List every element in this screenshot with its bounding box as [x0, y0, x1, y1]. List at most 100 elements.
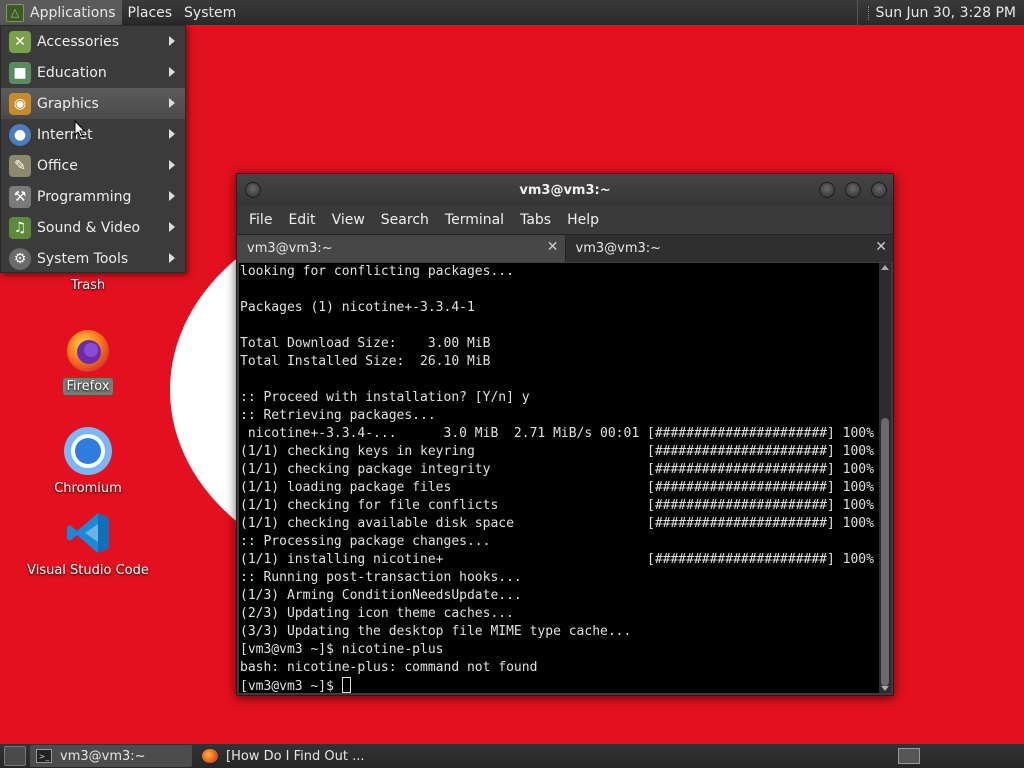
chevron-right-icon: [169, 129, 175, 139]
applications-dropdown: ✕ Accessories ■ Education ◉ Graphics ● I…: [0, 25, 186, 273]
terminal-line: (2/3) Updating icon theme caches...: [240, 606, 514, 621]
tab-2[interactable]: vm3@vm3:~ ✕: [566, 235, 894, 262]
menu-item-label: System Tools: [37, 250, 129, 267]
programming-icon: ⚒: [9, 185, 31, 208]
menu-item-office[interactable]: ✎ Office: [1, 150, 185, 181]
mouse-pointer-icon: [74, 120, 86, 138]
maximize-button[interactable]: [845, 182, 861, 198]
scroll-up-icon[interactable]: [881, 265, 889, 270]
terminal-titlebar[interactable]: vm3@vm3:~: [237, 174, 893, 206]
terminal-line: (3/3) Updating the desktop file MIME typ…: [240, 624, 632, 639]
menu-item-system-tools[interactable]: ⚙ System Tools: [1, 243, 185, 274]
terminal-line: (1/1) checking keys in keyring [########…: [240, 444, 874, 459]
menu-item-internet[interactable]: ● Internet: [1, 119, 185, 150]
menu-item-label: Office: [37, 157, 78, 174]
system-tools-icon: ⚙: [9, 247, 31, 270]
task-firefox[interactable]: [How Do I Find Out ...: [196, 745, 396, 767]
menu-search[interactable]: Search: [373, 212, 437, 228]
top-panel: △ Applications Places System Sun Jun 30,…: [0, 0, 1024, 25]
vscode-label: Visual Studio Code: [27, 563, 149, 578]
clock-label: Sun Jun 30, 3:28 PM: [875, 4, 1016, 21]
sound-video-icon: ♫: [9, 216, 31, 239]
panel-separator: [868, 5, 871, 20]
menu-item-label: Education: [37, 64, 107, 81]
terminal-line: (1/1) loading package files [###########…: [240, 480, 874, 495]
close-button[interactable]: [871, 182, 887, 198]
terminal-line: (1/3) Arming ConditionNeedsUpdate...: [240, 588, 522, 603]
close-icon[interactable]: ✕: [547, 239, 559, 255]
terminal-line: (1/1) checking available disk space [###…: [240, 516, 874, 531]
terminal-line: (1/1) installing nicotine+ [############…: [240, 552, 874, 567]
chromium-icon: [64, 427, 112, 475]
chevron-right-icon: [169, 160, 175, 170]
chevron-right-icon: [169, 67, 175, 77]
text-cursor: [341, 677, 351, 693]
applications-menu-label: Applications: [30, 4, 116, 21]
task-terminal[interactable]: >_ vm3@vm3:~: [30, 745, 192, 767]
minimize-button[interactable]: [819, 182, 835, 198]
terminal-line: Total Download Size: 3.00 MiB: [240, 336, 491, 351]
terminal-line: (1/1) checking for file conflicts [#####…: [240, 498, 874, 513]
terminal-prompt-line[interactable]: [vm3@vm3 ~]$: [240, 677, 879, 693]
office-icon: ✎: [9, 154, 31, 177]
show-desktop-button[interactable]: [4, 746, 26, 766]
terminal-scrollbar[interactable]: [879, 263, 891, 693]
desktop-icon-firefox[interactable]: Firefox: [48, 326, 128, 395]
desktop-icon-chromium[interactable]: Chromium: [34, 426, 142, 497]
menu-item-graphics[interactable]: ◉ Graphics: [1, 88, 185, 119]
terminal-line: [vm3@vm3 ~]$ nicotine-plus: [240, 642, 444, 657]
terminal-output[interactable]: looking for conflicting packages... Pack…: [239, 263, 879, 693]
menu-item-programming[interactable]: ⚒ Programming: [1, 181, 185, 212]
menu-item-label: Accessories: [37, 33, 120, 50]
clock[interactable]: Sun Jun 30, 3:28 PM: [857, 0, 1024, 25]
menu-terminal[interactable]: Terminal: [437, 212, 512, 228]
tab-1[interactable]: vm3@vm3:~ ✕: [237, 235, 566, 262]
chevron-right-icon: [169, 191, 175, 201]
vscode-icon: [67, 513, 109, 553]
menu-item-accessories[interactable]: ✕ Accessories: [1, 26, 185, 57]
system-menu[interactable]: System: [178, 0, 242, 25]
terminal-icon: >_: [36, 749, 52, 763]
menu-item-sound-video[interactable]: ♫ Sound & Video: [1, 212, 185, 243]
close-icon[interactable]: ✕: [875, 239, 887, 255]
chevron-right-icon: [169, 253, 175, 263]
terminal-tab-bar: vm3@vm3:~ ✕ vm3@vm3:~ ✕: [237, 234, 893, 262]
bottom-panel: >_ vm3@vm3:~ [How Do I Find Out ...: [0, 744, 1024, 768]
terminal-title: vm3@vm3:~: [519, 182, 611, 198]
scrollbar-thumb[interactable]: [881, 418, 889, 686]
menu-item-label: Graphics: [37, 95, 99, 112]
education-icon: ■: [9, 61, 31, 84]
firefox-label: Firefox: [63, 378, 113, 395]
terminal-line: :: Retrieving packages...: [240, 408, 436, 423]
menu-edit[interactable]: Edit: [280, 212, 323, 228]
menu-help[interactable]: Help: [559, 212, 607, 228]
menu-file[interactable]: File: [241, 212, 280, 228]
terminal-line: looking for conflicting packages...: [240, 264, 514, 279]
menu-item-label: Programming: [37, 188, 132, 205]
gnome-foot-icon: △: [6, 3, 24, 22]
desktop-icon-trash[interactable]: Trash: [48, 277, 128, 294]
menu-tabs[interactable]: Tabs: [512, 212, 559, 228]
terminal-line: Packages (1) nicotine+-3.3.4-1: [240, 300, 475, 315]
task-label: [How Do I Find Out ...: [226, 748, 365, 764]
workspace-switcher[interactable]: [898, 748, 920, 764]
applications-menu[interactable]: △ Applications: [0, 0, 122, 25]
terminal-line: nicotine+-3.3.4-... 3.0 MiB 2.71 MiB/s 0…: [240, 426, 874, 441]
places-menu[interactable]: Places: [122, 0, 179, 25]
menu-view[interactable]: View: [324, 212, 373, 228]
terminal-window[interactable]: vm3@vm3:~ File Edit View Search Terminal…: [236, 173, 894, 696]
chromium-label: Chromium: [54, 481, 122, 496]
terminal-prompt: [vm3@vm3 ~]$: [240, 679, 342, 693]
menu-item-label: Sound & Video: [37, 219, 141, 236]
trash-label: Trash: [70, 278, 106, 293]
window-menu-button[interactable]: [245, 182, 261, 198]
desktop-icon-vscode[interactable]: Visual Studio Code: [24, 510, 152, 579]
graphics-icon: ◉: [9, 92, 31, 115]
menu-item-education[interactable]: ■ Education: [1, 57, 185, 88]
tab-label: vm3@vm3:~: [247, 241, 333, 256]
terminal-line: Total Installed Size: 26.10 MiB: [240, 354, 491, 369]
scroll-down-icon[interactable]: [881, 686, 889, 691]
